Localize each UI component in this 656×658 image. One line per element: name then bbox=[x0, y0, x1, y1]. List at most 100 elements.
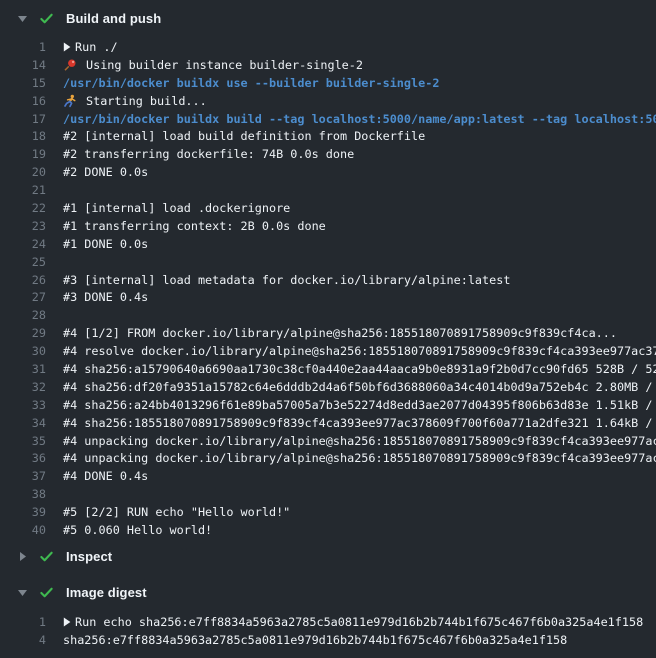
play-icon[interactable] bbox=[63, 42, 71, 52]
log-line: 24#1 DONE 0.0s bbox=[0, 235, 656, 253]
log-line-content: #1 transferring context: 2B 0.0s done bbox=[46, 219, 656, 233]
log-line: 29 #4 [1/2] FROM docker.io/library/alpine… bbox=[0, 324, 656, 342]
section-header-build-and-push[interactable]: Build and push bbox=[0, 0, 656, 36]
line-number[interactable]: 31 bbox=[0, 362, 46, 376]
line-number[interactable]: 23 bbox=[0, 219, 46, 233]
log-text: #4 [1/2] FROM docker.io/library/alpine@s… bbox=[63, 326, 617, 340]
line-number[interactable]: 25 bbox=[0, 255, 46, 269]
log-line-content: #2 transferring dockerfile: 74B 0.0s don… bbox=[46, 147, 656, 161]
line-number[interactable]: 35 bbox=[0, 434, 46, 448]
log-line: 1Run ./ bbox=[0, 38, 656, 56]
line-number[interactable]: 19 bbox=[0, 147, 46, 161]
log-line: 4sha256:e7ff8834a5963a2785c5a0811e979d16… bbox=[0, 631, 656, 649]
line-number[interactable]: 27 bbox=[0, 290, 46, 304]
log-text: #2 transferring dockerfile: 74B 0.0s don… bbox=[63, 147, 354, 161]
log-line-content: #4 sha256:a24bb4013296f61e89ba57005a7b3e… bbox=[46, 398, 656, 412]
log-line-content: Run echo sha256:e7ff8834a5963a2785c5a081… bbox=[46, 615, 656, 629]
log-line: 27 #3 DONE 0.4s bbox=[0, 288, 656, 306]
log-line-content: #3 DONE 0.4s bbox=[46, 290, 656, 304]
log-line-content: #4 [1/2] FROM docker.io/library/alpine@s… bbox=[46, 326, 656, 340]
line-number[interactable]: 18 bbox=[0, 129, 46, 143]
line-number[interactable]: 39 bbox=[0, 505, 46, 519]
log-line-content: /usr/bin/docker buildx build --tag local… bbox=[46, 112, 656, 126]
log-line-content: Starting build... bbox=[46, 94, 656, 108]
log-line: 28 bbox=[0, 306, 656, 324]
line-number[interactable]: 32 bbox=[0, 380, 46, 394]
line-number[interactable]: 22 bbox=[0, 201, 46, 215]
log-line-content: #4 sha256:185518070891758909c9f839cf4ca3… bbox=[46, 416, 656, 430]
line-number[interactable]: 4 bbox=[0, 633, 46, 647]
log-line: 35#4 unpacking docker.io/library/alpine@… bbox=[0, 432, 656, 450]
log-text: #3 [internal] load metadata for docker.i… bbox=[63, 273, 510, 287]
line-number[interactable]: 16 bbox=[0, 94, 46, 108]
log-lines: 1Run ./ 14 Using builder instance builder-… bbox=[0, 36, 656, 539]
line-number[interactable]: 20 bbox=[0, 165, 46, 179]
line-number[interactable]: 37 bbox=[0, 469, 46, 483]
line-number[interactable]: 15 bbox=[0, 76, 46, 90]
section-header-image-digest[interactable]: Image digest bbox=[0, 575, 656, 611]
log-line-content: #2 DONE 0.0s bbox=[46, 165, 656, 179]
log-text: #4 resolve docker.io/library/alpine@sha2… bbox=[63, 344, 656, 358]
log-line: 37 #4 DONE 0.4s bbox=[0, 467, 656, 485]
line-number[interactable]: 14 bbox=[0, 58, 46, 72]
log-line: 31 #4 sha256:a15790640a6690aa1730c38cf0a4… bbox=[0, 360, 656, 378]
log-text: #4 sha256:a15790640a6690aa1730c38cf0a440… bbox=[63, 362, 656, 376]
line-number[interactable]: 29 bbox=[0, 326, 46, 340]
log-line: 18#2 [internal] load build definition fr… bbox=[0, 127, 656, 145]
workflow-log-viewer: Build and push1Run ./14Using builder ins… bbox=[0, 0, 656, 649]
log-text: /usr/bin/docker buildx build --tag local… bbox=[63, 112, 656, 126]
line-number[interactable]: 40 bbox=[0, 523, 46, 537]
log-text: #4 DONE 0.4s bbox=[63, 469, 148, 483]
section-title: Image digest bbox=[66, 585, 147, 600]
line-number[interactable]: 1 bbox=[0, 40, 46, 54]
log-line: 20#2 DONE 0.0s bbox=[0, 163, 656, 181]
log-lines: 1 Run echo sha256:e7ff8834a5963a2785c5a08… bbox=[0, 611, 656, 649]
log-line: 30 #4 resolve docker.io/library/alpine@sh… bbox=[0, 342, 656, 360]
log-line: 39#5 [2/2] RUN echo "Hello world!" bbox=[0, 503, 656, 521]
line-number[interactable]: 21 bbox=[0, 183, 46, 197]
line-number[interactable]: 36 bbox=[0, 451, 46, 465]
line-number[interactable]: 30 bbox=[0, 344, 46, 358]
log-text: #3 DONE 0.4s bbox=[63, 290, 148, 304]
log-line-content: #3 [internal] load metadata for docker.i… bbox=[46, 273, 656, 287]
line-number[interactable]: 24 bbox=[0, 237, 46, 251]
log-text: #4 unpacking docker.io/library/alpine@sh… bbox=[63, 451, 656, 465]
play-icon[interactable] bbox=[63, 617, 71, 627]
log-line-content: sha256:e7ff8834a5963a2785c5a0811e979d16b… bbox=[46, 633, 656, 647]
line-number[interactable]: 28 bbox=[0, 308, 46, 322]
log-line-content: #4 sha256:df20fa9351a15782c64e6dddb2d4a6… bbox=[46, 380, 656, 394]
pushpin-icon bbox=[63, 58, 77, 72]
log-line: 14 Using builder instance builder-single-… bbox=[0, 56, 656, 74]
log-text: Using builder instance builder-single-2 bbox=[86, 58, 363, 72]
log-line-content: #1 DONE 0.0s bbox=[46, 237, 656, 251]
log-section-image-digest: Image digest 1 Run echo sha256:e7ff8834a59… bbox=[0, 575, 656, 649]
log-line: 34#4 sha256:185518070891758909c9f839cf4c… bbox=[0, 414, 656, 432]
log-line: 26 #3 [internal] load metadata for docker… bbox=[0, 271, 656, 289]
line-number[interactable]: 26 bbox=[0, 273, 46, 287]
runner-icon bbox=[63, 94, 77, 108]
line-number[interactable]: 38 bbox=[0, 487, 46, 501]
log-section-inspect: Inspect bbox=[0, 539, 656, 575]
line-number[interactable]: 34 bbox=[0, 416, 46, 430]
line-number[interactable]: 17 bbox=[0, 112, 46, 126]
success-check-icon bbox=[39, 11, 54, 26]
chevron-down-icon bbox=[16, 586, 29, 599]
log-text: #1 transferring context: 2B 0.0s done bbox=[63, 219, 326, 233]
log-line-content: #4 DONE 0.4s bbox=[46, 469, 656, 483]
log-line: 33#4 sha256:a24bb4013296f61e89ba57005a7b… bbox=[0, 396, 656, 414]
log-line: 16Starting build... bbox=[0, 92, 656, 110]
log-line-content: Using builder instance builder-single-2 bbox=[46, 58, 656, 72]
log-line: 23 #1 transferring context: 2B 0.0s done bbox=[0, 217, 656, 235]
log-line-content: #4 resolve docker.io/library/alpine@sha2… bbox=[46, 344, 656, 358]
success-check-icon bbox=[39, 549, 54, 564]
log-line: 1 Run echo sha256:e7ff8834a5963a2785c5a08… bbox=[0, 613, 656, 631]
log-text: Run echo sha256:e7ff8834a5963a2785c5a081… bbox=[75, 615, 643, 629]
log-line: 40#5 0.060 Hello world! bbox=[0, 521, 656, 539]
log-text: #4 sha256:df20fa9351a15782c64e6dddb2d4a6… bbox=[63, 380, 656, 394]
line-number[interactable]: 33 bbox=[0, 398, 46, 412]
log-line-content: #4 unpacking docker.io/library/alpine@sh… bbox=[46, 434, 656, 448]
section-title: Build and push bbox=[66, 11, 161, 26]
success-check-icon bbox=[39, 585, 54, 600]
section-header-inspect[interactable]: Inspect bbox=[0, 539, 656, 575]
line-number[interactable]: 1 bbox=[0, 615, 46, 629]
